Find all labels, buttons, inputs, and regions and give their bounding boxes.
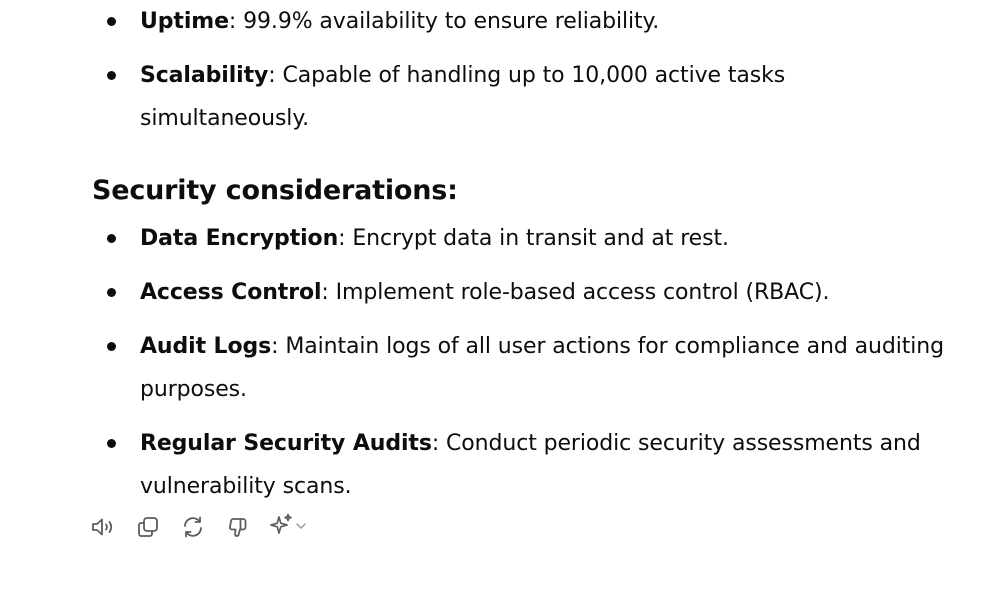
- list-item-term: Scalability: [140, 63, 269, 88]
- message-action-bar: [88, 512, 308, 542]
- thumbs-down-button[interactable]: [223, 512, 253, 542]
- section-heading: Security considerations:: [92, 175, 458, 206]
- thumbs-down-icon: [226, 515, 250, 539]
- list-item-text: : Encrypt data in transit and at rest.: [338, 226, 729, 251]
- read-aloud-icon: [90, 515, 116, 539]
- switch-model-button[interactable]: [268, 512, 308, 542]
- sparkle-icon: [268, 512, 294, 542]
- copy-icon: [136, 515, 160, 539]
- message-content: Uptime: 99.9% availability to ensure rel…: [92, 0, 952, 519]
- list-item-text: : 99.9% availability to ensure reliabili…: [228, 9, 660, 34]
- list-item: Data Encryption: Encrypt data in transit…: [92, 217, 952, 260]
- regenerate-button[interactable]: [178, 512, 208, 542]
- list-item-term: Uptime: [140, 9, 229, 34]
- list-item-text: : Implement role-based access control (R…: [321, 280, 830, 305]
- read-aloud-button[interactable]: [88, 512, 118, 542]
- requirements-list: Uptime: 99.9% availability to ensure rel…: [92, 0, 952, 140]
- security-list: Data Encryption: Encrypt data in transit…: [92, 217, 952, 508]
- regenerate-icon: [181, 515, 205, 539]
- list-item: Uptime: 99.9% availability to ensure rel…: [92, 0, 952, 43]
- list-item: Scalability: Capable of handling up to 1…: [92, 54, 952, 140]
- chevron-down-icon: [294, 518, 308, 537]
- list-item: Regular Security Audits: Conduct periodi…: [92, 422, 952, 508]
- list-item-term: Audit Logs: [140, 334, 272, 359]
- list-item-term: Regular Security Audits: [140, 431, 432, 456]
- list-item-term: Access Control: [140, 280, 322, 305]
- list-item: Audit Logs: Maintain logs of all user ac…: [92, 325, 952, 411]
- list-item-term: Data Encryption: [140, 226, 339, 251]
- copy-button[interactable]: [133, 512, 163, 542]
- list-item: Access Control: Implement role-based acc…: [92, 271, 952, 314]
